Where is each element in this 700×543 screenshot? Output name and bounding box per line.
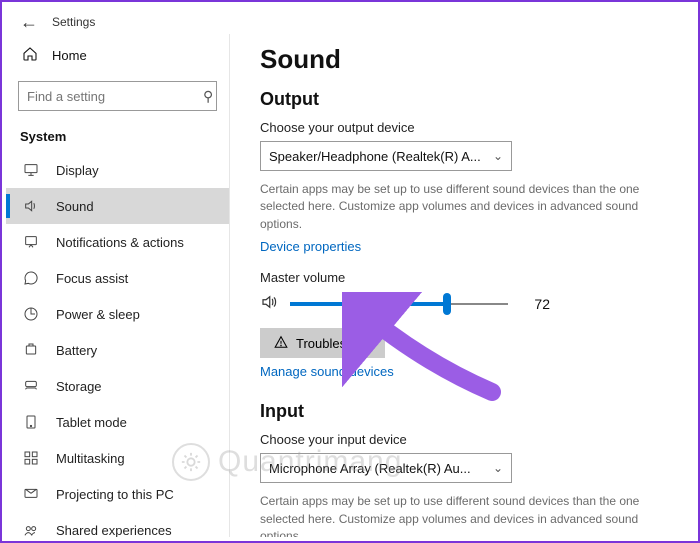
troubleshoot-label: Troubleshoot [296, 336, 371, 351]
speaker-icon[interactable] [260, 293, 278, 314]
chevron-down-icon: ⌄ [493, 461, 503, 475]
nav-icon [22, 305, 40, 323]
input-device-value: Microphone Array (Realtek(R) Au... [269, 461, 471, 476]
sidebar-home[interactable]: Home [6, 38, 229, 73]
output-heading: Output [260, 89, 666, 110]
output-choose-label: Choose your output device [260, 120, 666, 135]
input-choose-label: Choose your input device [260, 432, 666, 447]
sidebar-item-power-sleep[interactable]: Power & sleep [6, 296, 229, 332]
main-content: Sound Output Choose your output device S… [230, 34, 694, 537]
sidebar-item-sound[interactable]: Sound [6, 188, 229, 224]
warning-icon [274, 335, 288, 352]
sidebar-item-label: Battery [56, 343, 97, 358]
sidebar-item-label: Display [56, 163, 99, 178]
nav-icon [22, 269, 40, 287]
nav-icon [22, 197, 40, 215]
sidebar-item-multitasking[interactable]: Multitasking [6, 440, 229, 476]
input-heading: Input [260, 401, 666, 422]
sidebar-item-label: Focus assist [56, 271, 128, 286]
sidebar-item-label: Tablet mode [56, 415, 127, 430]
master-volume-label: Master volume [260, 270, 666, 285]
back-icon[interactable]: ← [20, 13, 38, 31]
output-device-dropdown[interactable]: Speaker/Headphone (Realtek(R) A... ⌄ [260, 141, 512, 171]
sidebar-category: System [6, 123, 229, 152]
nav-icon [22, 413, 40, 431]
search-field[interactable] [27, 89, 203, 104]
search-input[interactable]: ⚲ [18, 81, 217, 111]
chevron-down-icon: ⌄ [493, 149, 503, 163]
home-icon [22, 46, 38, 65]
sidebar-item-focus-assist[interactable]: Focus assist [6, 260, 229, 296]
input-device-dropdown[interactable]: Microphone Array (Realtek(R) Au... ⌄ [260, 453, 512, 483]
sidebar-item-label: Notifications & actions [56, 235, 184, 250]
nav-icon [22, 233, 40, 251]
sidebar: Home ⚲ System Display Sound Notifications … [6, 34, 230, 537]
nav-icon [22, 161, 40, 179]
sidebar-item-storage[interactable]: Storage [6, 368, 229, 404]
sidebar-item-label: Shared experiences [56, 523, 172, 538]
sidebar-item-shared-experiences[interactable]: Shared experiences [6, 512, 229, 537]
app-title: Settings [52, 15, 95, 29]
nav-icon [22, 485, 40, 503]
search-icon: ⚲ [203, 88, 213, 105]
output-device-value: Speaker/Headphone (Realtek(R) A... [269, 149, 481, 164]
input-desc: Certain apps may be set up to use differ… [260, 493, 650, 537]
manage-sound-devices-link[interactable]: Manage sound devices [260, 364, 394, 379]
sidebar-item-label: Power & sleep [56, 307, 140, 322]
troubleshoot-button[interactable]: Troubleshoot [260, 328, 385, 358]
sidebar-item-battery[interactable]: Battery [6, 332, 229, 368]
nav-icon [22, 377, 40, 395]
nav-icon [22, 521, 40, 537]
sidebar-item-tablet-mode[interactable]: Tablet mode [6, 404, 229, 440]
sidebar-item-label: Projecting to this PC [56, 487, 174, 502]
nav-icon [22, 341, 40, 359]
master-volume-value: 72 [520, 296, 550, 312]
sidebar-item-display[interactable]: Display [6, 152, 229, 188]
output-device-properties-link[interactable]: Device properties [260, 239, 361, 254]
output-desc: Certain apps may be set up to use differ… [260, 181, 650, 233]
sidebar-item-notifications-actions[interactable]: Notifications & actions [6, 224, 229, 260]
sidebar-item-projecting-to-this-pc[interactable]: Projecting to this PC [6, 476, 229, 512]
nav-icon [22, 449, 40, 467]
sidebar-item-label: Sound [56, 199, 94, 214]
sidebar-home-label: Home [52, 48, 87, 63]
sidebar-item-label: Multitasking [56, 451, 125, 466]
sidebar-item-label: Storage [56, 379, 102, 394]
master-volume-slider[interactable] [290, 294, 508, 314]
page-title: Sound [260, 44, 666, 75]
